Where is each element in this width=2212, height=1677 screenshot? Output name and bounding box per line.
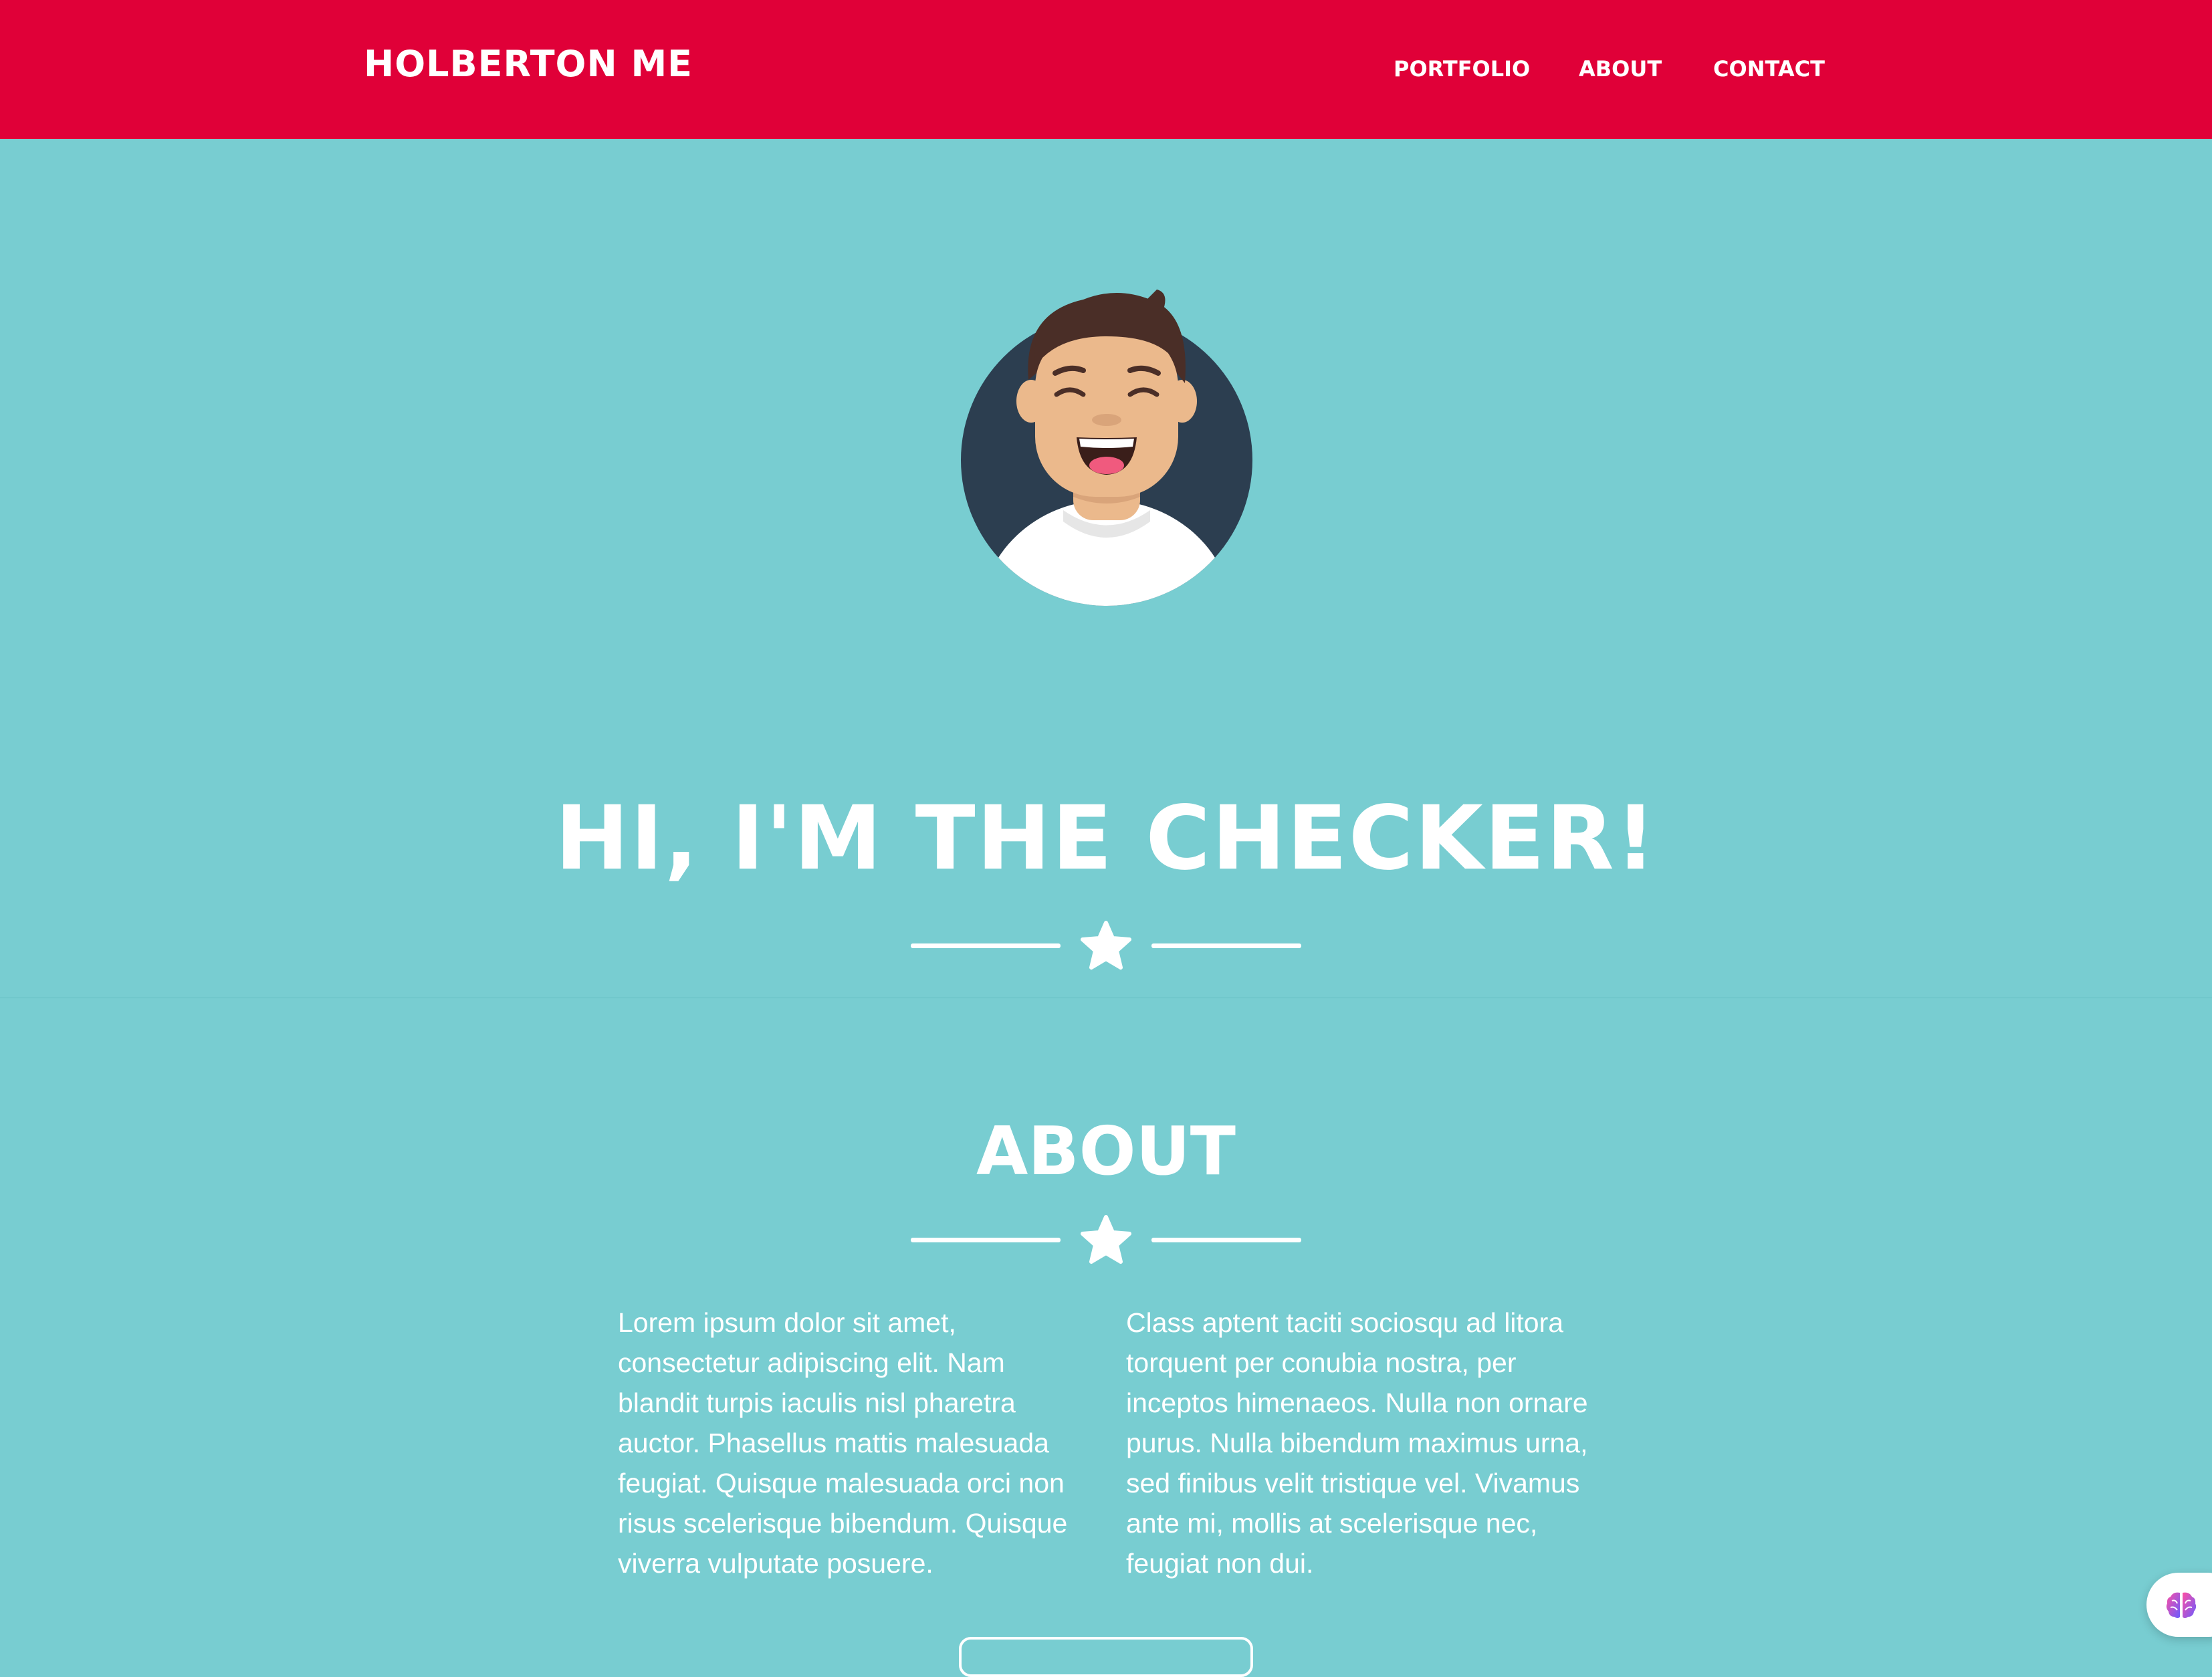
brain-icon <box>2166 1592 2197 1618</box>
hero-title: HI, I'M THE CHECKER! <box>555 787 1657 890</box>
divider-line-right <box>1151 943 1301 948</box>
about-cta-button[interactable] <box>959 1637 1253 1677</box>
avatar <box>950 273 1264 607</box>
nav-link-portfolio[interactable]: PORTFOLIO <box>1394 56 1530 82</box>
star-icon <box>1081 921 1131 970</box>
about-text-left: Lorem ipsum dolor sit amet, consectetur … <box>618 1307 1068 1579</box>
nav-link-about[interactable]: ABOUT <box>1579 56 1662 82</box>
hero-divider <box>911 919 1301 972</box>
star-icon <box>1081 1215 1131 1264</box>
nav-link-contact[interactable]: CONTACT <box>1713 56 1825 82</box>
navbar: HOLBERTON ME PORTFOLIO ABOUT CONTACT <box>0 0 2212 139</box>
divider-line-left <box>911 1238 1061 1242</box>
brand-logo[interactable]: HOLBERTON ME <box>364 43 693 85</box>
about-text-right: Class aptent taciti sociosqu ad litora t… <box>1126 1307 1588 1579</box>
about-title: ABOUT <box>976 1112 1236 1190</box>
extension-widget-button[interactable] <box>2146 1573 2212 1637</box>
masthead-section: HI, I'M THE CHECKER! <box>0 139 2212 998</box>
about-divider <box>911 1213 1301 1266</box>
smiling-person-avatar-icon <box>961 290 1252 606</box>
divider-line-right <box>1151 1238 1301 1242</box>
divider-line-left <box>911 943 1061 948</box>
